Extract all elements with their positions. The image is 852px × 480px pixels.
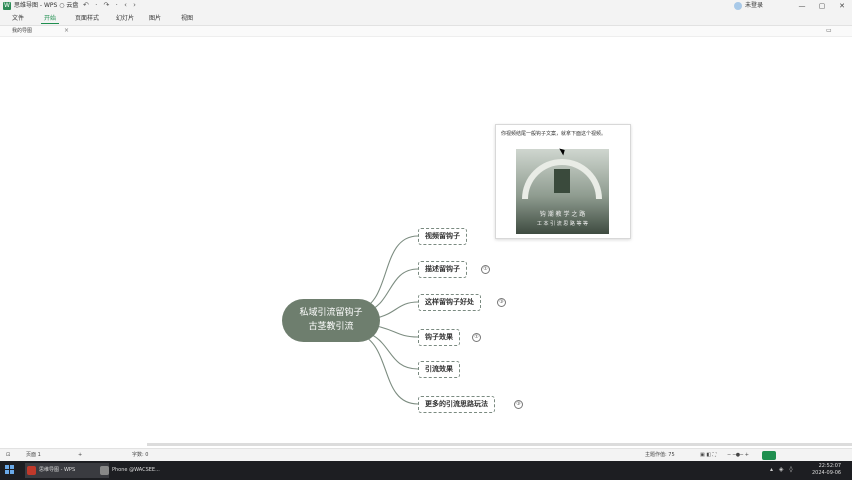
wps-ai-icon[interactable] [762,451,776,460]
note-image-caption-1: 钩 潮 教 学 之 路 [539,211,586,218]
taskbar-item-label: Phone @WACSEE... [112,467,160,473]
topic-node-hook-benefits[interactable]: 这样留钩子好处 [418,294,481,311]
windows-start-icon[interactable] [5,465,15,475]
taskbar-item-label: 思维导图 - WPS [39,467,76,473]
edge-3 [375,301,419,319]
add-page-button[interactable]: + [78,451,82,460]
edge-6 [359,333,419,405]
note-popup[interactable]: 你视频结尾一般钩子文案，就拿下面这个视频。 钩 潮 教 学 之 路 工 本 引 … [495,124,631,239]
topic-node-traffic-effect[interactable]: 引流效果 [418,361,460,378]
topic-node-hook-effect[interactable]: 钩子效果 [418,329,460,346]
note-image-caption-2: 工 本 引 流 思 路 等 等 [536,221,589,227]
root-node-title: 私域引流留钩子 [299,308,363,318]
root-node[interactable]: 私域引流留钩子 古茎教引流 [282,299,380,342]
taskbar-item-phone[interactable]: Phone @WACSEE... [98,463,178,478]
topic-node-more-ideas[interactable]: 更多的引流思路玩法 [418,396,495,413]
collapse-count-badge[interactable]: ① [472,333,481,342]
topic-node-video-hook[interactable]: 视频留钩子 [418,228,467,245]
view-mode-icons[interactable]: ▣ ◧ ⛶ [700,451,716,460]
zoom-slider[interactable]: − ─●─ + [727,451,749,460]
topic-node-description-hook[interactable]: 描述留钩子 [418,261,467,278]
collapse-count-badge[interactable]: ③ [497,298,506,307]
taskbar-clock[interactable]: 22:52:07 2024-09-06 [812,463,841,477]
taskbar-item-wps[interactable]: 思维导图 - WPS [25,463,109,478]
root-node-subtitle: 古茎教引流 [308,322,354,332]
edge-5 [364,331,419,370]
note-text: 你视频结尾一般钩子文案，就拿下面这个视频。 [501,131,607,137]
collapse-count-badge[interactable]: ③ [514,400,523,409]
horizontal-scrollbar[interactable] [147,443,852,446]
clock-date: 2024-09-06 [812,470,842,476]
zoom-label: 主题作值: 75 [645,452,675,458]
word-count: 字数: 0 [132,452,149,458]
edge-1 [359,235,419,311]
clock-time: 22:52:07 [818,463,842,469]
note-image[interactable]: 钩 潮 教 学 之 路 工 本 引 流 思 路 等 等 [516,149,609,234]
wps-app-icon [27,466,36,475]
collapse-count-badge[interactable]: ① [481,265,490,274]
page-selector[interactable]: 页面 1 [26,451,41,460]
phone-app-icon [100,466,109,475]
system-tray-icons[interactable]: ▴ ◈ ◊ [770,466,794,473]
note-image-pillar [554,169,570,193]
edge-4 [375,325,419,338]
outline-icon[interactable]: ⊡ [6,451,10,460]
windows-taskbar: 思维导图 - WPS Phone @WACSEE... ▴ ◈ ◊ 22:52:… [0,461,852,480]
status-bar: ⊡ 页面 1 + 字数: 0 主题作值: 75 ▣ ◧ ⛶ − ─●─ + [0,448,852,462]
